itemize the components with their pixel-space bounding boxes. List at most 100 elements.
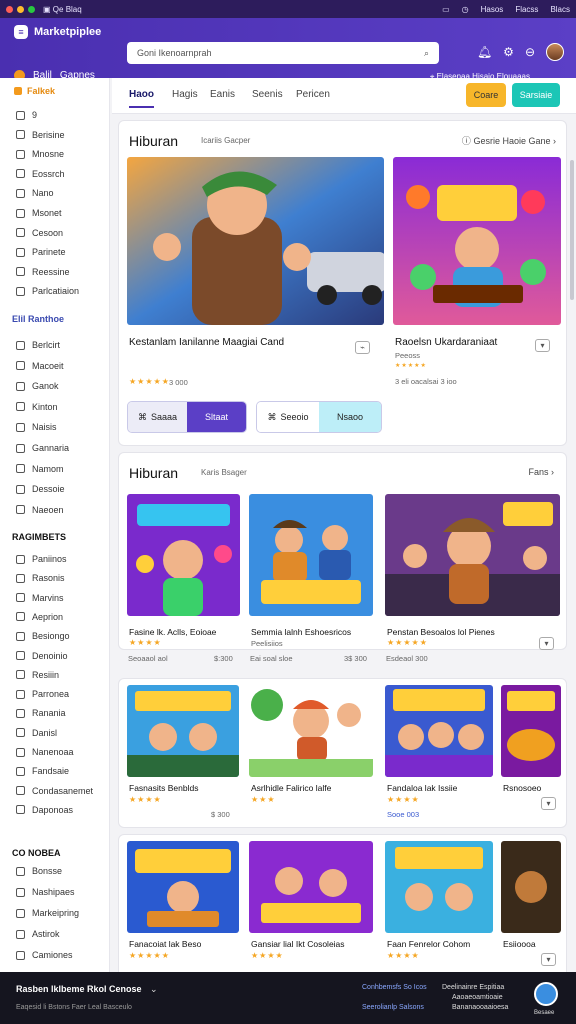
- game-artwork-13[interactable]: [501, 841, 561, 933]
- sidebar-item[interactable]: Parronea: [16, 689, 69, 699]
- search-input[interactable]: Goni Ikenoarnprah ⌕: [127, 42, 439, 64]
- sidebar-item[interactable]: Ganok: [16, 381, 59, 391]
- sidebar-item[interactable]: Berlcirt: [16, 340, 60, 350]
- sidebar-item[interactable]: Rasonis: [16, 573, 65, 583]
- sidebar-item[interactable]: Ranania: [16, 708, 66, 718]
- sidebar-item[interactable]: Reessine: [16, 267, 70, 277]
- sidebar-item[interactable]: Naeoen: [16, 505, 64, 515]
- game-title-5[interactable]: Penstan Besoalos lol Pienes: [387, 627, 495, 638]
- game-artwork-2[interactable]: [393, 157, 561, 325]
- game-title-13[interactable]: Esiioooa: [503, 939, 536, 950]
- tab-2[interactable]: Hagis: [172, 89, 198, 100]
- sidebar-item[interactable]: Msonet: [16, 208, 62, 218]
- bookmark-icon[interactable]: ▾: [541, 953, 556, 966]
- maximize-window-icon[interactable]: [28, 5, 35, 13]
- game-button-c[interactable]: ⌘ Seeoio: [257, 402, 319, 432]
- game-title-6[interactable]: Fasnasits Benblds: [129, 783, 198, 794]
- see-all-link[interactable]: ⓘ Gesrie Haoie Gane ›: [462, 134, 556, 147]
- sidebar-item[interactable]: Markeipring: [16, 908, 79, 918]
- orange-action-button[interactable]: Coare: [466, 83, 506, 107]
- sidebar-item[interactable]: Astirok: [16, 929, 60, 939]
- tab-3[interactable]: Eanis: [210, 89, 235, 100]
- sidebar-item[interactable]: Nanenoaa: [16, 747, 74, 757]
- game-title-8[interactable]: Fandaloa lak Issiie: [387, 783, 457, 794]
- game-title-9[interactable]: Rsnosoeo: [503, 783, 541, 794]
- game-artwork-12[interactable]: [385, 841, 493, 933]
- sidebar-item[interactable]: Marvins: [16, 593, 64, 603]
- game-button-a[interactable]: ⌘ Saaaa: [128, 402, 187, 432]
- game-artwork-10[interactable]: [127, 841, 239, 933]
- footer-avatar[interactable]: [534, 982, 558, 1006]
- sidebar-item[interactable]: Bonsse: [16, 866, 62, 876]
- game-artwork-6[interactable]: [127, 685, 239, 777]
- sidebar-item[interactable]: Condasanemet: [16, 786, 93, 796]
- game-artwork-8[interactable]: [385, 685, 493, 777]
- sidebar-item[interactable]: Berisine: [16, 130, 65, 140]
- sidebar-item[interactable]: Parlcatiaion: [16, 286, 79, 296]
- sidebar-item[interactable]: Macoeit: [16, 361, 64, 371]
- game-artwork-9[interactable]: [501, 685, 561, 777]
- sidebar-item[interactable]: Aeprion: [16, 612, 63, 622]
- game-artwork-3[interactable]: [127, 494, 240, 616]
- sidebar-item[interactable]: Nano: [16, 188, 54, 198]
- game-artwork-4[interactable]: [249, 494, 373, 616]
- sidebar-item[interactable]: Paniinos: [16, 554, 67, 564]
- footer-link-1[interactable]: Conhbemsfs So Icos: [362, 984, 427, 991]
- sidebar-item[interactable]: Gannaria: [16, 443, 69, 453]
- sidebar-featured[interactable]: Falkek: [14, 86, 55, 96]
- footer-link-2[interactable]: Seerolianlp Salsons: [362, 1004, 424, 1011]
- game-title-12[interactable]: Faan Fenrelor Cohom: [387, 939, 470, 950]
- sidebar-item[interactable]: Kinton: [16, 402, 58, 412]
- sidebar-item[interactable]: Camiones: [16, 950, 73, 960]
- notification-bell-icon[interactable]: 🔔︎: [477, 45, 492, 59]
- bookmark-icon[interactable]: ⌁: [355, 341, 370, 354]
- settings-gear-icon[interactable]: ⚙: [503, 45, 514, 59]
- sidebar-item[interactable]: Denoinio: [16, 651, 68, 661]
- sidebar-item[interactable]: Dessoie: [16, 484, 65, 494]
- bookmark-icon[interactable]: ▾: [541, 797, 556, 810]
- minimize-window-icon[interactable]: [17, 5, 24, 13]
- sidebar-item[interactable]: Eossrch: [16, 169, 65, 179]
- game-title-2[interactable]: Raoelsn Ukardaraniaat: [395, 337, 497, 348]
- sidebar-item-icon: [16, 443, 25, 453]
- game-artwork-5[interactable]: [385, 494, 560, 616]
- sidebar-item[interactable]: Parinete: [16, 247, 66, 257]
- window-controls[interactable]: [6, 5, 35, 13]
- see-all-link[interactable]: Fans ›: [528, 467, 554, 477]
- game-artwork-11[interactable]: [249, 841, 373, 933]
- search-icon[interactable]: ⌕: [424, 48, 429, 59]
- game-artwork-7[interactable]: [249, 685, 373, 777]
- bookmark-icon[interactable]: ▾: [539, 637, 554, 650]
- sidebar-item[interactable]: Besiongo: [16, 631, 70, 641]
- sidebar-item[interactable]: Fandsaie: [16, 766, 69, 776]
- sidebar-item[interactable]: Mnosne: [16, 149, 64, 159]
- game-title-11[interactable]: Gansiar lial Ikt Cosoleias: [251, 939, 345, 950]
- game-button-d[interactable]: Nsaoo: [319, 402, 381, 432]
- brand[interactable]: ≡ Marketpiplee: [14, 25, 101, 39]
- tab-home[interactable]: Haoo: [129, 89, 154, 108]
- bookmark-icon[interactable]: ▾: [535, 339, 550, 352]
- sidebar-item[interactable]: Danisl: [16, 728, 57, 738]
- sidebar-item[interactable]: Daponoas: [16, 805, 73, 815]
- close-window-icon[interactable]: [6, 5, 13, 13]
- tab-5[interactable]: Pericen: [296, 89, 330, 100]
- sidebar-item[interactable]: 9: [16, 110, 37, 120]
- game-title-3[interactable]: Fasine lk. Aclls, Eoioae: [129, 627, 216, 638]
- game-artwork-1[interactable]: [127, 157, 384, 325]
- footer-dropdown-icon[interactable]: ⌄: [150, 984, 158, 995]
- sidebar-item[interactable]: Cesoon: [16, 228, 63, 238]
- game-title-1[interactable]: Kestanlam Ianilanne Maagiai Cand: [129, 337, 289, 348]
- tab-4[interactable]: Seenis: [252, 89, 283, 100]
- account-icon[interactable]: ⊖: [525, 45, 535, 59]
- sidebar-item[interactable]: Namom: [16, 464, 64, 474]
- sidebar-item[interactable]: Nashipaes: [16, 887, 75, 897]
- avatar[interactable]: [546, 43, 564, 61]
- game-button-b[interactable]: Sltaat: [187, 402, 246, 432]
- sidebar-item[interactable]: Naisis: [16, 422, 57, 432]
- game-title-10[interactable]: Fanacoiat lak Beso: [129, 939, 201, 950]
- game-title-4[interactable]: Semmia lalnh Eshoesricos: [251, 627, 351, 638]
- teal-action-button[interactable]: Sarsiaie: [512, 83, 560, 107]
- sidebar-item[interactable]: Resiiin: [16, 670, 59, 680]
- scrollbar[interactable]: [570, 160, 574, 300]
- game-title-7[interactable]: Asrlhidle Falirico lalfe: [251, 783, 331, 794]
